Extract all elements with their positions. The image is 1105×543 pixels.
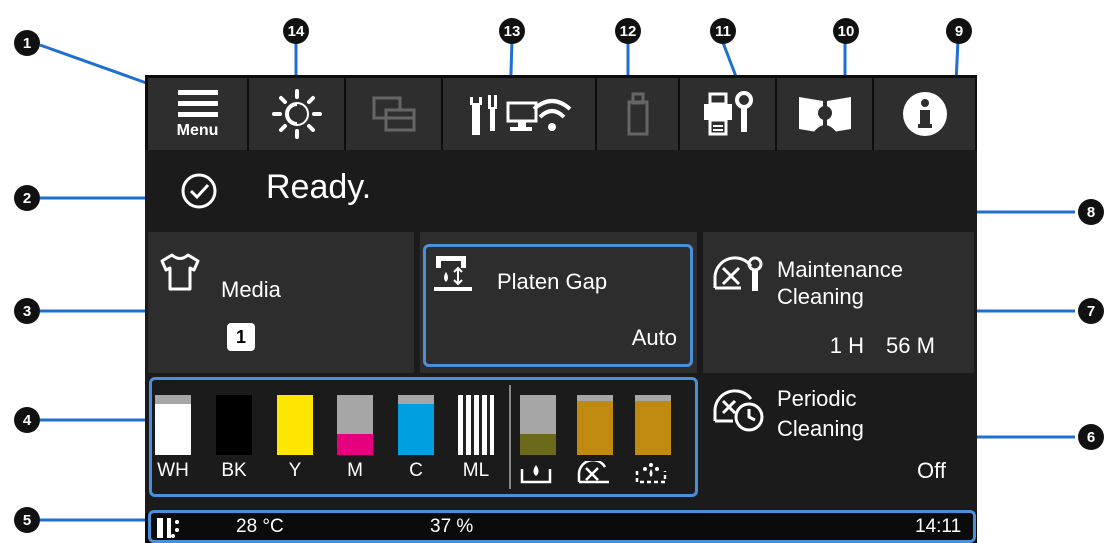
maintenance-label-line1: Maintenance — [777, 257, 903, 282]
manual-icon — [798, 97, 851, 133]
callout-12: 12 — [615, 18, 641, 44]
info-button[interactable] — [874, 78, 975, 150]
callout-9: 9 — [946, 18, 972, 44]
network-status-icon — [470, 95, 572, 135]
tshirt-icon — [160, 253, 200, 291]
callout-4: 4 — [14, 407, 40, 433]
media-label: Media — [221, 277, 281, 302]
printer-maintenance-button[interactable] — [680, 78, 775, 150]
callout-3: 3 — [14, 298, 40, 324]
periodic-label-line2: Cleaning — [777, 416, 864, 441]
maintenance-label-line2: Cleaning — [777, 284, 864, 309]
environment-bar-highlight — [148, 510, 976, 543]
usb-icon — [627, 92, 648, 136]
printer-control-panel: Menu Ready. Media 1 Platen Gap Auto Main… — [145, 75, 977, 543]
toolbar: Menu — [145, 75, 977, 150]
callout-6: 6 — [1078, 424, 1104, 450]
maintenance-cleaning-tile[interactable]: Maintenance Cleaning 1 H 56 M — [703, 232, 974, 373]
media-value-badge: 1 — [227, 323, 255, 351]
callout-11: 11 — [710, 18, 736, 44]
menu-icon — [177, 90, 218, 117]
network-status-button[interactable] — [443, 78, 595, 150]
periodic-value: Off — [917, 458, 946, 483]
info-icon — [902, 92, 947, 136]
status-area: Ready. — [145, 150, 977, 230]
periodic-label-line1: Periodic — [777, 386, 857, 411]
callout-1: 1 — [14, 30, 40, 56]
status-text: Ready. — [266, 168, 372, 206]
brightness-button[interactable] — [249, 78, 344, 150]
callout-14: 14 — [283, 18, 309, 44]
menu-button[interactable]: Menu — [148, 78, 247, 150]
maintenance-minutes: 56 M — [886, 333, 935, 358]
brightness-icon — [271, 89, 322, 139]
media-tile[interactable]: Media 1 — [148, 232, 414, 373]
job-queue-button[interactable] — [346, 78, 441, 150]
callout-8: 8 — [1078, 199, 1104, 225]
check-circle-icon — [181, 173, 217, 209]
periodic-cleaning-tile[interactable]: Periodic Cleaning Off — [703, 375, 974, 493]
job-queue-icon — [372, 96, 415, 132]
periodic-cleaning-icon — [713, 389, 764, 432]
manual-button[interactable] — [777, 78, 872, 150]
platen-gap-highlight — [423, 244, 693, 367]
maintenance-hours: 1 H — [829, 333, 864, 358]
callout-5: 5 — [14, 507, 40, 533]
menu-label: Menu — [176, 122, 219, 139]
ink-levels-highlight — [149, 377, 698, 497]
callout-10: 10 — [833, 18, 859, 44]
printer-maintenance-icon — [703, 91, 753, 136]
maintenance-cleaning-icon — [713, 256, 763, 291]
callout-13: 13 — [499, 18, 525, 44]
callout-2: 2 — [14, 185, 40, 211]
callout-7: 7 — [1078, 298, 1104, 324]
usb-button[interactable] — [597, 78, 678, 150]
